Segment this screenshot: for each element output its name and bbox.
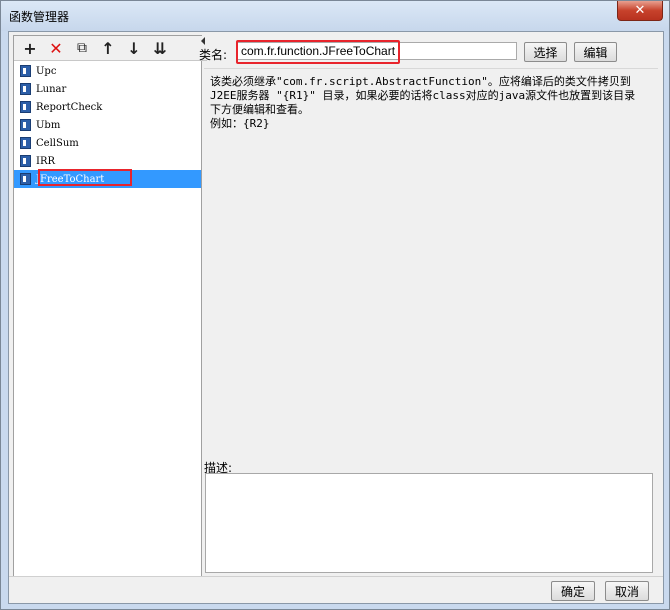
move-up-icon[interactable]: ↑ <box>98 38 118 58</box>
function-file-icon <box>20 137 31 149</box>
function-file-icon <box>20 173 31 185</box>
info-line: 下方便编辑和查看。 <box>210 103 309 116</box>
sort-icon[interactable]: ⇊ <box>150 38 170 58</box>
list-item[interactable]: ReportCheck <box>14 98 201 116</box>
list-item[interactable]: Lunar <box>14 80 201 98</box>
info-line: 该类必须继承"com.fr.script.AbstractFunction"。应… <box>210 75 631 88</box>
function-manager-dialog: 函数管理器 ✕ + ✕ ⧉ ↑ ↓ ⇊ Upc Lunar ReportChec… <box>0 0 670 610</box>
list-item-label: CellSum <box>36 137 79 149</box>
delete-icon[interactable]: ✕ <box>46 38 66 58</box>
class-name-label: 类名: <box>199 48 228 62</box>
function-file-icon <box>20 65 31 77</box>
info-line: 例如：{R2} <box>210 117 270 130</box>
cancel-button[interactable]: 取消 <box>605 581 649 601</box>
list-item[interactable]: Ubm <box>14 116 201 134</box>
info-line: J2EE服务器 "{R1}" 目录，如果必要的话将class对应的java源文件… <box>210 89 636 102</box>
function-file-icon <box>20 83 31 95</box>
highlight-box <box>38 169 132 186</box>
function-file-icon <box>20 101 31 113</box>
function-list-panel: + ✕ ⧉ ↑ ↓ ⇊ Upc Lunar ReportCheck Ubm Ce… <box>13 35 207 577</box>
function-detail-panel: 类名: com.fr.function.JFreeToChart 选择 编辑 该… <box>199 35 661 575</box>
list-item-label: ReportCheck <box>36 101 103 113</box>
dialog-body: + ✕ ⧉ ↑ ↓ ⇊ Upc Lunar ReportCheck Ubm Ce… <box>8 31 664 604</box>
list-item-selected[interactable]: JFreeToChart <box>14 169 201 188</box>
list-toolbar: + ✕ ⧉ ↑ ↓ ⇊ <box>14 36 207 61</box>
function-list: Upc Lunar ReportCheck Ubm CellSum IRR JF… <box>14 62 201 188</box>
highlight-box <box>236 40 400 64</box>
select-button[interactable]: 选择 <box>524 42 567 62</box>
list-item-label: Upc <box>36 65 57 77</box>
list-item-label: Lunar <box>36 83 67 95</box>
function-file-icon <box>20 155 31 167</box>
ok-button[interactable]: 确定 <box>551 581 595 601</box>
title-bar: 函数管理器 ✕ <box>1 1 669 31</box>
list-item[interactable]: Upc <box>14 62 201 80</box>
list-item[interactable]: CellSum <box>14 134 201 152</box>
function-file-icon <box>20 119 31 131</box>
dialog-footer: 确定 取消 <box>9 576 663 604</box>
description-textarea[interactable] <box>205 473 653 573</box>
add-icon[interactable]: + <box>20 38 40 58</box>
copy-icon[interactable]: ⧉ <box>72 38 92 58</box>
list-item-label: Ubm <box>36 119 61 131</box>
window-title: 函数管理器 <box>9 10 70 24</box>
move-down-icon[interactable]: ↓ <box>124 38 144 58</box>
edit-button[interactable]: 编辑 <box>574 42 617 62</box>
info-text: 该类必须继承"com.fr.script.AbstractFunction"。应… <box>204 68 658 152</box>
close-button[interactable]: ✕ <box>617 1 663 21</box>
list-item[interactable]: IRR <box>14 152 201 170</box>
close-icon: ✕ <box>634 3 646 18</box>
list-item-label: IRR <box>36 155 56 167</box>
